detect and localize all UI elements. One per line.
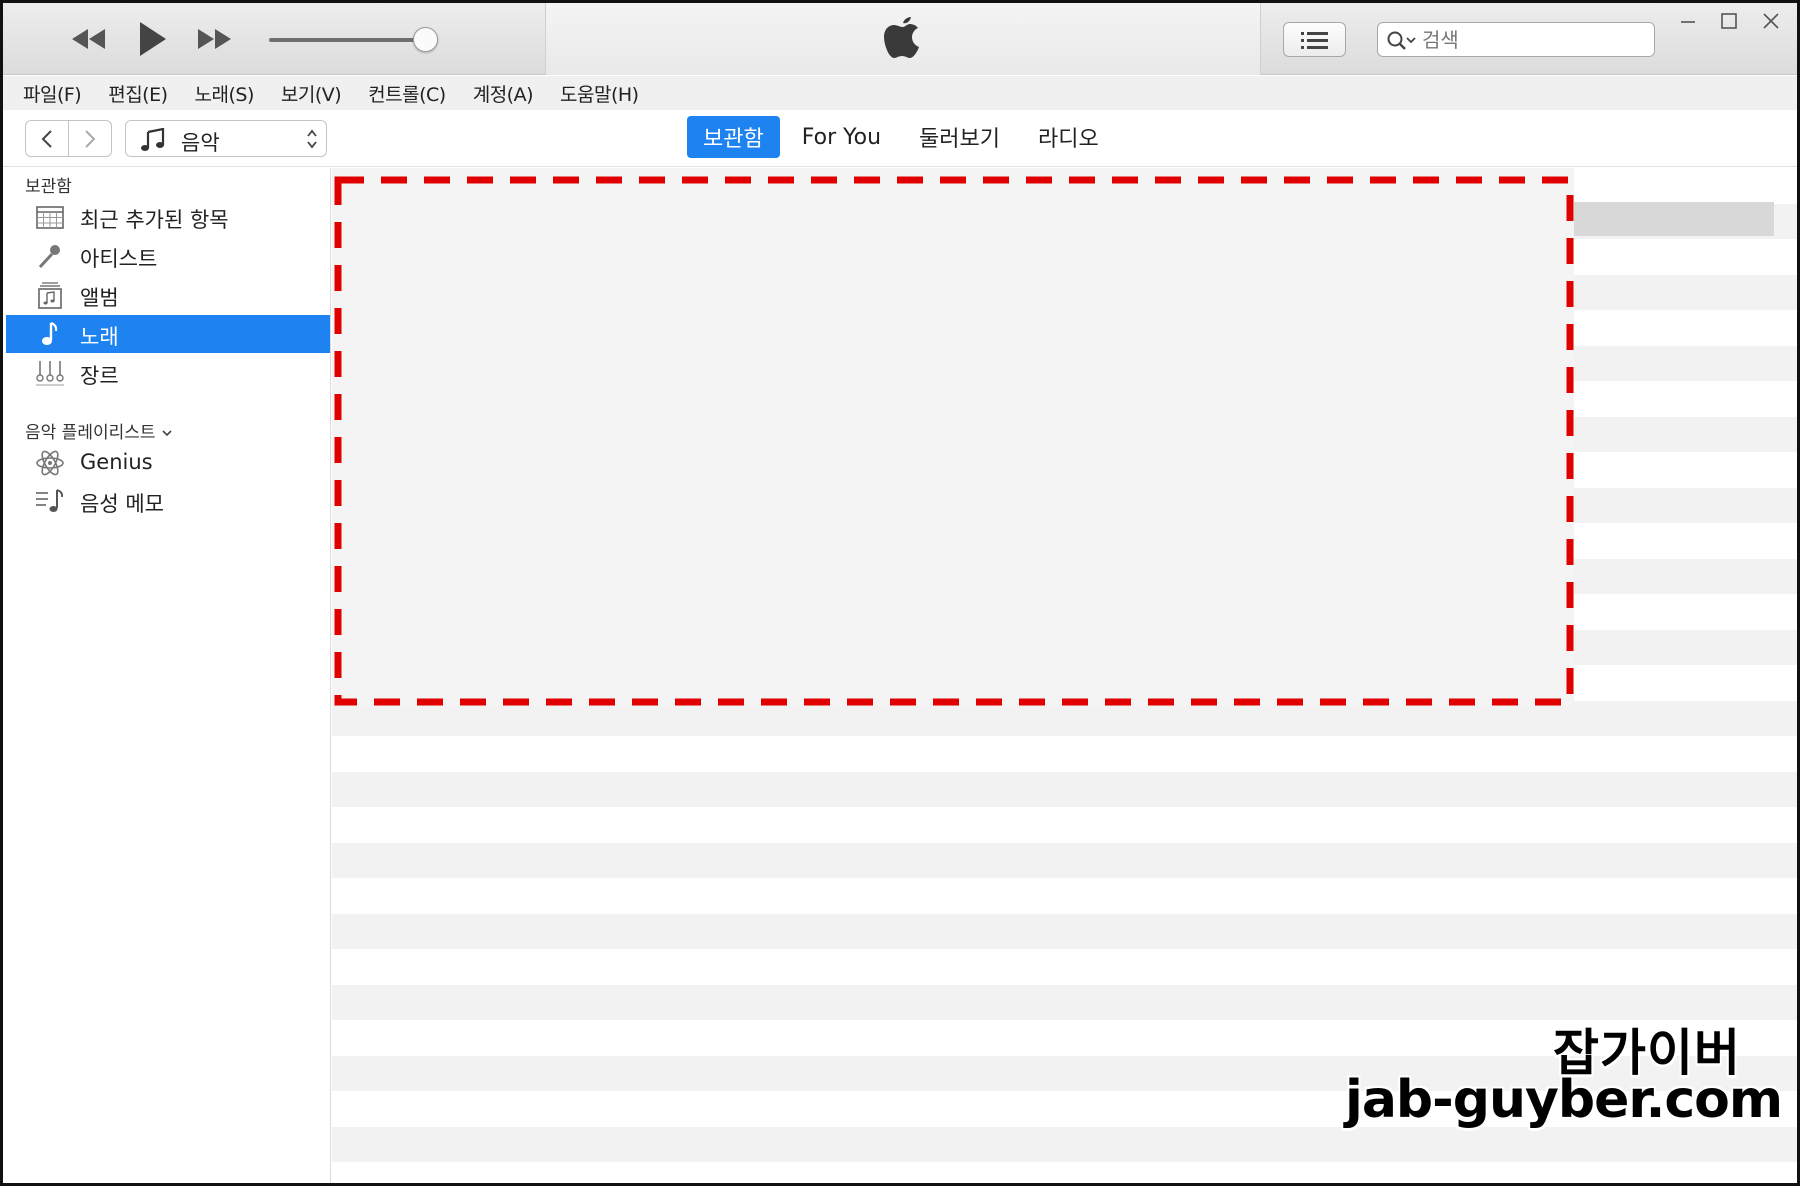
sidebar-item-label: 음성 메모 bbox=[80, 492, 164, 516]
status-display bbox=[545, 3, 1261, 75]
chevron-right-icon bbox=[85, 129, 96, 148]
tab-for-you[interactable]: For You bbox=[786, 116, 897, 158]
minimize-icon[interactable] bbox=[1674, 9, 1702, 33]
menu-edit[interactable]: 편집(E) bbox=[108, 80, 168, 107]
menu-song[interactable]: 노래(S) bbox=[195, 80, 255, 107]
close-icon[interactable] bbox=[1757, 9, 1785, 33]
genre-icon bbox=[34, 359, 66, 387]
fast-forward-icon[interactable] bbox=[191, 19, 237, 59]
genius-atom-icon bbox=[34, 449, 66, 477]
tab-library[interactable]: 보관함 bbox=[687, 116, 780, 158]
volume-knob[interactable] bbox=[413, 27, 438, 52]
list-icon bbox=[1300, 31, 1328, 49]
up-next-list-button[interactable] bbox=[1283, 22, 1346, 57]
menu-help[interactable]: 도움말(H) bbox=[560, 80, 639, 107]
playlists-section-header[interactable]: 음악 플레이리스트 bbox=[25, 418, 173, 443]
menu-account[interactable]: 계정(A) bbox=[473, 80, 534, 107]
calendar-icon bbox=[34, 203, 66, 231]
sidebar-item-songs[interactable]: 노래 bbox=[6, 315, 330, 353]
itunes-window: 파일(F) 편집(E) 노래(S) 보기(V) 컨트롤(C) 계정(A) 도움말… bbox=[0, 0, 1800, 1186]
voice-memo-icon bbox=[34, 487, 66, 515]
menu-controls[interactable]: 컨트롤(C) bbox=[368, 80, 446, 107]
sidebar-item-label: 최근 추가된 항목 bbox=[80, 208, 229, 232]
sidebar-item-recently-added[interactable]: 최근 추가된 항목 bbox=[6, 198, 330, 236]
music-note-icon bbox=[34, 320, 66, 348]
back-forward-group bbox=[25, 120, 112, 157]
volume-slider[interactable] bbox=[269, 27, 438, 52]
menu-bar: 파일(F) 편집(E) 노래(S) 보기(V) 컨트롤(C) 계정(A) 도움말… bbox=[3, 76, 1797, 110]
chevron-down-icon bbox=[162, 430, 172, 437]
maximize-icon[interactable] bbox=[1715, 9, 1743, 33]
back-button[interactable] bbox=[26, 121, 69, 156]
menu-view[interactable]: 보기(V) bbox=[281, 80, 342, 107]
tab-radio[interactable]: 라디오 bbox=[1022, 116, 1115, 158]
library-section-header: 보관함 bbox=[25, 177, 72, 197]
sidebar-item-albums[interactable]: 앨범 bbox=[6, 276, 330, 314]
highlight-annotation-box bbox=[334, 176, 1574, 706]
sidebar-item-genius[interactable]: Genius bbox=[6, 444, 330, 482]
tab-browse[interactable]: 둘러보기 bbox=[903, 116, 1016, 158]
main-tabs: 보관함 For You 둘러보기 라디오 bbox=[687, 116, 1121, 158]
column-header-strip bbox=[1574, 202, 1774, 236]
forward-button[interactable] bbox=[69, 121, 111, 156]
sidebar: 보관함 최근 추가된 항목 아티스트 앨범 노래 장르 음악 플레이리스트 Ge… bbox=[3, 168, 331, 1183]
menu-file[interactable]: 파일(F) bbox=[23, 80, 82, 107]
sidebar-item-label: Genius bbox=[80, 450, 153, 474]
apple-logo-icon bbox=[884, 17, 919, 58]
play-icon[interactable] bbox=[129, 19, 177, 59]
navigation-bar: 음악 보관함 For You 둘러보기 라디오 bbox=[3, 110, 1797, 167]
media-type-picker[interactable]: 음악 bbox=[125, 120, 327, 157]
player-controls bbox=[3, 3, 543, 75]
playlists-header-label: 음악 플레이리스트 bbox=[25, 423, 156, 443]
search-input[interactable] bbox=[1422, 28, 1642, 52]
album-icon bbox=[34, 281, 66, 309]
microphone-icon bbox=[34, 242, 66, 270]
title-bar bbox=[3, 3, 1797, 75]
media-type-label: 음악 bbox=[181, 131, 220, 155]
sidebar-item-label: 장르 bbox=[80, 364, 119, 388]
sidebar-item-voice-memos[interactable]: 음성 메모 bbox=[6, 482, 330, 520]
up-down-arrow-icon bbox=[307, 129, 317, 149]
sidebar-item-artists[interactable]: 아티스트 bbox=[6, 237, 330, 275]
search-box[interactable] bbox=[1377, 22, 1655, 57]
sidebar-item-label: 앨범 bbox=[80, 286, 119, 310]
rewind-icon[interactable] bbox=[66, 19, 112, 59]
sidebar-item-genres[interactable]: 장르 bbox=[6, 354, 330, 392]
search-icon bbox=[1387, 31, 1416, 50]
music-note-icon bbox=[141, 128, 165, 151]
chevron-left-icon bbox=[41, 129, 52, 148]
sidebar-item-label: 아티스트 bbox=[80, 247, 158, 271]
sidebar-item-label: 노래 bbox=[80, 325, 119, 349]
watermark-site: jab-guyber.com bbox=[1345, 1070, 1783, 1130]
